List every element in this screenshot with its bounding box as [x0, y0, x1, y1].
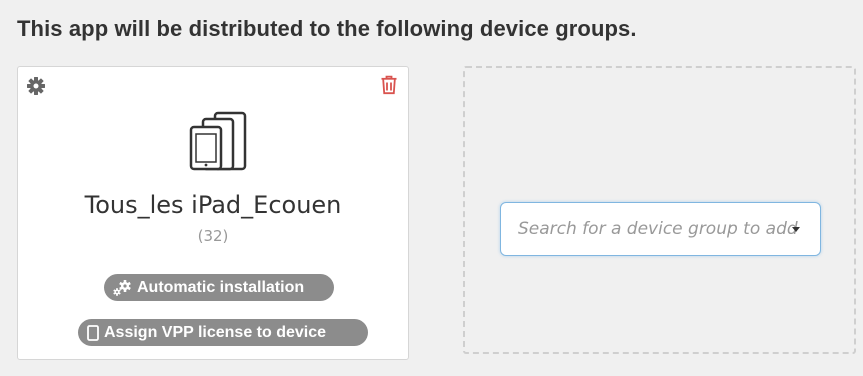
automatic-installation-badge[interactable]: Automatic installation [104, 274, 334, 301]
tablet-icon [87, 324, 99, 341]
device-group-search[interactable] [500, 202, 821, 256]
gear-icon[interactable] [26, 76, 46, 96]
dropdown-caret-icon[interactable] [792, 227, 800, 232]
ipad-stack-icon [189, 111, 249, 173]
assign-vpp-license-label: Assign VPP license to device [104, 324, 327, 341]
gears-icon [112, 279, 132, 296]
device-group-name: Tous_les iPad_Ecouen [84, 191, 342, 219]
assign-vpp-license-badge[interactable]: Assign VPP license to device [78, 319, 368, 346]
automatic-installation-label: Automatic installation [137, 279, 305, 296]
device-group-card: Tous_les iPad_Ecouen (32) Automatic inst… [17, 66, 409, 360]
device-group-search-input[interactable] [518, 219, 798, 239]
page-heading: This app will be distributed to the foll… [17, 16, 637, 41]
add-device-group-area [463, 66, 856, 354]
trash-icon[interactable] [380, 75, 398, 95]
device-count: (32) [197, 227, 229, 245]
